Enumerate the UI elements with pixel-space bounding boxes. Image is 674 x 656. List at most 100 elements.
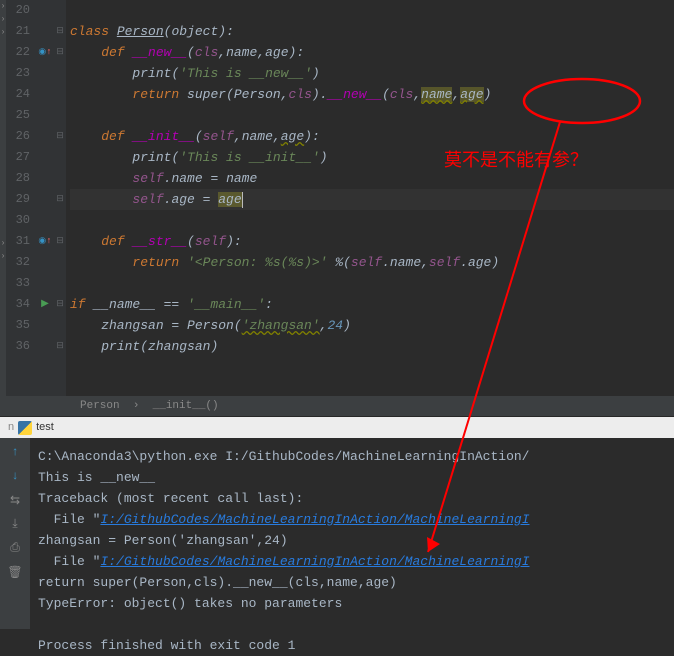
code-line[interactable] bbox=[70, 273, 674, 294]
gutter-icon[interactable] bbox=[36, 105, 54, 126]
code-line[interactable]: print(zhangsan) bbox=[70, 336, 674, 357]
code-line[interactable] bbox=[70, 357, 674, 378]
gutter-icon[interactable] bbox=[36, 210, 54, 231]
line-number[interactable]: 29 bbox=[6, 189, 30, 210]
console-line: File "I:/GithubCodes/MachineLearningInAc… bbox=[38, 509, 666, 530]
fold-handle[interactable]: ⊟ bbox=[54, 294, 66, 315]
print-icon[interactable]: ⎙ bbox=[5, 538, 25, 558]
code-line[interactable] bbox=[70, 0, 674, 21]
gutter-icon[interactable] bbox=[36, 21, 54, 42]
line-number[interactable]: 35 bbox=[6, 315, 30, 336]
gutter-icon[interactable]: ▶ bbox=[36, 294, 54, 315]
line-number-gutter[interactable]: 2021222324252627282930313233343536 bbox=[6, 0, 36, 396]
line-number[interactable]: 23 bbox=[6, 63, 30, 84]
annotation-text: 莫不是不能有参？ bbox=[444, 146, 588, 172]
python-icon bbox=[18, 421, 32, 435]
wrap-icon[interactable]: ⇆ bbox=[5, 490, 25, 510]
traceback-link[interactable]: I:/GithubCodes/MachineLearningInAction/M… bbox=[100, 512, 529, 527]
fold-handle[interactable] bbox=[54, 63, 66, 84]
fold-handle[interactable] bbox=[54, 84, 66, 105]
gutter-icon[interactable] bbox=[36, 126, 54, 147]
fold-handle[interactable] bbox=[54, 0, 66, 21]
code-line[interactable]: return super(Person,cls).__new__(cls,nam… bbox=[70, 84, 674, 105]
console-line: TypeError: object() takes no parameters bbox=[38, 593, 666, 614]
code-line[interactable]: if __name__ == '__main__': bbox=[70, 294, 674, 315]
fold-handle[interactable] bbox=[54, 315, 66, 336]
scroll-icon[interactable]: ⤓ bbox=[5, 514, 25, 534]
line-number[interactable] bbox=[6, 357, 30, 378]
console-line: Traceback (most recent call last): bbox=[38, 488, 666, 509]
console-line: zhangsan = Person('zhangsan',24) bbox=[38, 530, 666, 551]
fold-handle[interactable]: ⊟ bbox=[54, 126, 66, 147]
gutter-icon[interactable] bbox=[36, 168, 54, 189]
fold-handle[interactable] bbox=[54, 147, 66, 168]
code-area[interactable]: class Person(object): def __new__(cls,na… bbox=[66, 0, 674, 396]
fold-handle[interactable]: ⊟ bbox=[54, 21, 66, 42]
console-tab[interactable]: n test bbox=[0, 417, 674, 438]
traceback-link[interactable]: I:/GithubCodes/MachineLearningInAction/M… bbox=[100, 554, 529, 569]
gutter-icon[interactable] bbox=[36, 315, 54, 336]
trash-icon[interactable]: 🗑 bbox=[5, 562, 25, 582]
code-line[interactable]: def __init__(self,name,age): bbox=[70, 126, 674, 147]
gutter-icon[interactable] bbox=[36, 336, 54, 357]
code-line[interactable]: zhangsan = Person('zhangsan',24) bbox=[70, 315, 674, 336]
line-number[interactable]: 21 bbox=[6, 21, 30, 42]
gutter-icon[interactable] bbox=[36, 63, 54, 84]
console-output[interactable]: C:\Anaconda3\python.exe I:/GithubCodes/M… bbox=[30, 438, 674, 629]
breadcrumb-class[interactable]: Person bbox=[80, 400, 120, 412]
code-line[interactable]: print('This is __new__') bbox=[70, 63, 674, 84]
code-line[interactable]: def __new__(cls,name,age): bbox=[70, 42, 674, 63]
fold-column[interactable]: ⊟⊟⊟⊟⊟⊟⊟ bbox=[54, 0, 66, 396]
fold-handle[interactable]: ⊟ bbox=[54, 336, 66, 357]
line-number[interactable]: 24 bbox=[6, 84, 30, 105]
fold-handle[interactable]: ⊟ bbox=[54, 231, 66, 252]
fold-handle[interactable] bbox=[54, 252, 66, 273]
breadcrumb-fn[interactable]: __init__() bbox=[153, 400, 219, 412]
line-number[interactable]: 27 bbox=[6, 147, 30, 168]
console-pane: ↑ ↓ ⇆ ⤓ ⎙ 🗑 C:\Anaconda3\python.exe I:/G… bbox=[0, 438, 674, 629]
fold-handle[interactable] bbox=[54, 273, 66, 294]
line-number[interactable]: 31 bbox=[6, 231, 30, 252]
gutter-icon[interactable] bbox=[36, 84, 54, 105]
line-number[interactable]: 22 bbox=[6, 42, 30, 63]
code-line[interactable] bbox=[70, 210, 674, 231]
up-icon[interactable]: ↑ bbox=[5, 442, 25, 462]
gutter-icon[interactable]: ◉↑ bbox=[36, 231, 54, 252]
line-number[interactable]: 36 bbox=[6, 336, 30, 357]
code-line[interactable] bbox=[70, 105, 674, 126]
line-number[interactable]: 26 bbox=[6, 126, 30, 147]
down-icon[interactable]: ↓ bbox=[5, 466, 25, 486]
fold-handle[interactable] bbox=[54, 210, 66, 231]
gutter-icon[interactable] bbox=[36, 252, 54, 273]
code-line[interactable]: return '<Person: %s(%s)>' %(self.name,se… bbox=[70, 252, 674, 273]
fold-handle[interactable]: ⊟ bbox=[54, 42, 66, 63]
editor-pane[interactable]: › › › › › 202122232425262728293031323334… bbox=[0, 0, 674, 396]
console-line bbox=[38, 614, 666, 635]
line-number[interactable]: 28 bbox=[6, 168, 30, 189]
console-tab-label: test bbox=[36, 417, 54, 438]
line-number[interactable]: 32 bbox=[6, 252, 30, 273]
fold-handle[interactable] bbox=[54, 105, 66, 126]
gutter-icon[interactable] bbox=[36, 147, 54, 168]
code-line[interactable]: def __str__(self): bbox=[70, 231, 674, 252]
console-line: C:\Anaconda3\python.exe I:/GithubCodes/M… bbox=[38, 446, 666, 467]
fold-handle[interactable] bbox=[54, 168, 66, 189]
gutter-icon[interactable] bbox=[36, 273, 54, 294]
code-line[interactable]: class Person(object): bbox=[70, 21, 674, 42]
gutter-icon[interactable] bbox=[36, 357, 54, 378]
gutter-icon[interactable] bbox=[36, 0, 54, 21]
gutter-icon[interactable] bbox=[36, 189, 54, 210]
gutter-icon-column[interactable]: ◉↑ ◉↑ ▶ bbox=[36, 0, 54, 396]
line-number[interactable]: 20 bbox=[6, 0, 30, 21]
console-line: File "I:/GithubCodes/MachineLearningInAc… bbox=[38, 551, 666, 572]
gutter-icon[interactable]: ◉↑ bbox=[36, 42, 54, 63]
line-number[interactable]: 34 bbox=[6, 294, 30, 315]
code-line[interactable]: self.age = age bbox=[70, 189, 674, 210]
line-number[interactable]: 30 bbox=[6, 210, 30, 231]
line-number[interactable]: 25 bbox=[6, 105, 30, 126]
fold-handle[interactable] bbox=[54, 357, 66, 378]
breadcrumb[interactable]: Person › __init__() bbox=[0, 396, 674, 417]
fold-handle[interactable]: ⊟ bbox=[54, 189, 66, 210]
line-number[interactable]: 33 bbox=[6, 273, 30, 294]
console-line: return super(Person,cls).__new__(cls,nam… bbox=[38, 572, 666, 593]
